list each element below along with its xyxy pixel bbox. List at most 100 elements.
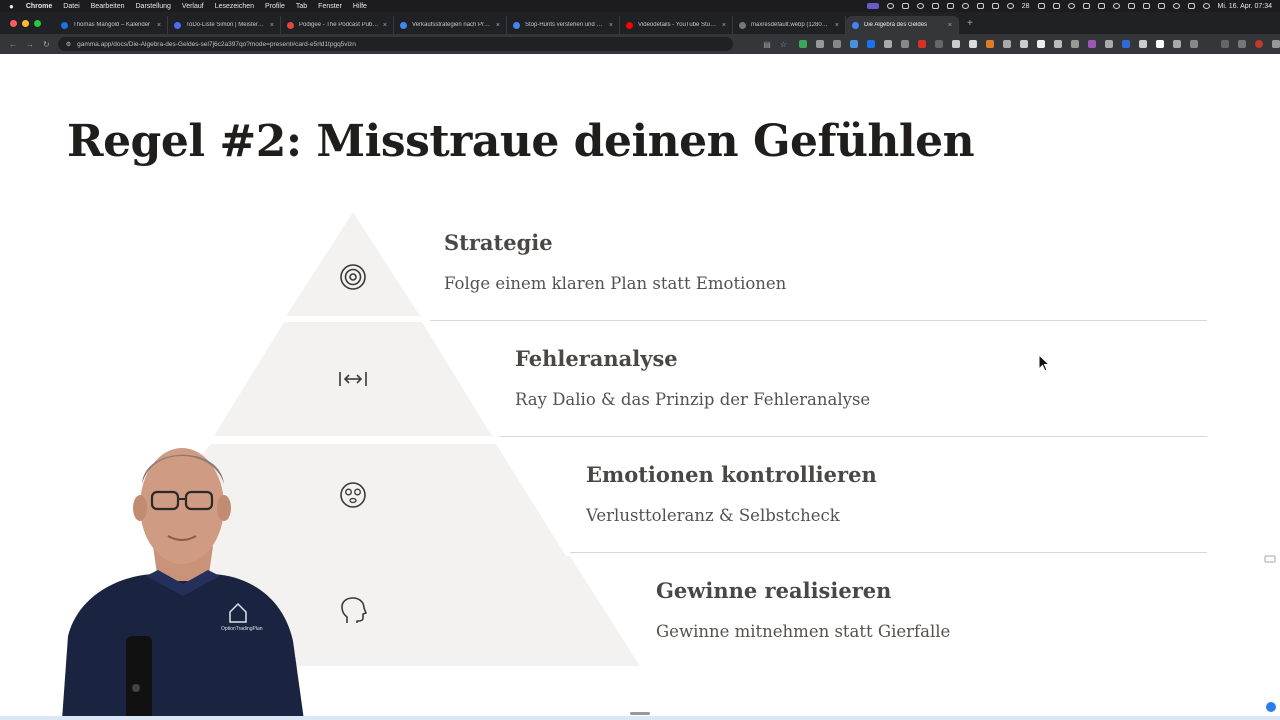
menubar-clock[interactable]: Mi. 16. Apr. 07:34 (1218, 3, 1272, 10)
extension-icon[interactable] (884, 40, 892, 48)
browser-tab[interactable]: ToDo-Liste Simon | MeisterTask × (168, 16, 281, 34)
gamma-help-icon[interactable] (1266, 702, 1276, 712)
menu-datei[interactable]: Datei (63, 3, 79, 10)
tier-divider (500, 436, 1207, 437)
battery-icon[interactable] (1082, 3, 1090, 9)
close-tab-icon[interactable]: × (496, 22, 500, 29)
menu-fenster[interactable]: Fenster (318, 3, 342, 10)
close-tab-icon[interactable]: × (609, 22, 613, 29)
reload-icon[interactable]: ↻ (43, 40, 50, 49)
status-icon[interactable] (1037, 3, 1045, 9)
wifi-icon[interactable] (1157, 3, 1165, 9)
close-tab-icon[interactable]: × (722, 22, 726, 29)
extension-icon[interactable] (1071, 40, 1079, 48)
close-tab-icon[interactable]: × (383, 22, 387, 29)
status-icon[interactable] (1052, 3, 1060, 9)
status-icon[interactable] (946, 3, 954, 9)
profile-avatar[interactable] (1255, 40, 1263, 48)
status-icon[interactable] (1006, 3, 1014, 9)
extension-icon[interactable] (1122, 40, 1130, 48)
browser-tab-bar: Thomas Mangold – Kalender × ToDo-Liste Sim… (0, 12, 1280, 34)
close-tab-icon[interactable]: × (270, 22, 274, 29)
tab-label: Thomas Mangold – Kalender (73, 22, 151, 28)
status-icon[interactable] (1097, 3, 1105, 9)
browser-tab[interactable]: maxresdefault.webp (1280×720) × (733, 16, 846, 34)
status-icon[interactable] (991, 3, 999, 9)
status-icon[interactable] (916, 3, 924, 9)
extension-icon[interactable] (799, 40, 807, 48)
browser-tab[interactable]: Videodetails - YouTube Studio × (620, 16, 733, 34)
control-center-icon[interactable] (1187, 3, 1195, 9)
more-menu-icon[interactable] (1272, 40, 1280, 48)
status-icon[interactable] (1142, 3, 1150, 9)
minimize-window-button[interactable] (22, 19, 29, 27)
close-tab-icon[interactable]: × (835, 22, 839, 29)
status-icon[interactable] (961, 3, 969, 9)
extension-icon[interactable] (816, 40, 824, 48)
extension-icon[interactable] (1105, 40, 1113, 48)
search-icon[interactable] (1172, 3, 1180, 9)
address-bar[interactable]: ⚙ gamma.app/docs/Die-Algebra-des-Geldes-… (57, 37, 734, 51)
zoom-window-button[interactable] (34, 19, 41, 27)
status-icon[interactable] (976, 3, 984, 9)
target-icon (338, 262, 368, 292)
extension-icon[interactable] (969, 40, 977, 48)
extension-icon[interactable] (1020, 40, 1028, 48)
extension-icon[interactable] (1088, 40, 1096, 48)
menu-verlauf[interactable]: Verlauf (182, 3, 204, 10)
menu-darstellung[interactable]: Darstellung (136, 3, 171, 10)
menu-profile[interactable]: Profile (265, 3, 285, 10)
notification-count-badge[interactable]: 28 (1022, 3, 1030, 10)
extension-icon[interactable] (850, 40, 858, 48)
screen-record-icon[interactable] (866, 3, 879, 9)
new-tab-icon[interactable]: + (967, 18, 973, 29)
close-tab-icon[interactable]: × (948, 22, 952, 29)
extension-icon[interactable] (1037, 40, 1045, 48)
browser-toolbar: ← → ↻ ⚙ gamma.app/docs/Die-Algebra-des-G… (0, 34, 1280, 54)
menu-chrome[interactable]: Chrome (26, 3, 52, 10)
extension-icon[interactable] (867, 40, 875, 48)
back-icon[interactable]: ← (9, 40, 17, 49)
extension-icon[interactable] (1139, 40, 1147, 48)
browser-tab[interactable]: Podigee - The Podcast Publishing × (281, 16, 394, 34)
tier-desc-gewinne: Gewinne mitnehmen statt Gierfalle (656, 622, 951, 641)
browser-tab[interactable]: Stop-Hunts verstehen und vermeiden × (507, 16, 620, 34)
browser-tab[interactable]: Die Algebra des Geldes × (846, 16, 959, 34)
extension-icon[interactable] (952, 40, 960, 48)
site-info-icon[interactable]: ⚙ (66, 41, 71, 48)
status-icon[interactable] (1067, 3, 1075, 9)
extension-icon[interactable] (986, 40, 994, 48)
menu-bearbeiten[interactable]: Bearbeiten (91, 3, 125, 10)
presentation-progress-handle[interactable] (630, 712, 650, 715)
extension-icon[interactable] (1054, 40, 1062, 48)
extension-icon[interactable] (935, 40, 943, 48)
menu-tab[interactable]: Tab (296, 3, 307, 10)
extension-icon[interactable] (901, 40, 909, 48)
bookmark-star-icon[interactable]: ☆ (780, 40, 787, 49)
apple-icon[interactable]: ● (9, 2, 14, 11)
status-icon[interactable] (886, 3, 894, 9)
status-icon[interactable] (931, 3, 939, 9)
close-tab-icon[interactable]: × (157, 22, 161, 29)
status-icon[interactable] (1112, 3, 1120, 9)
url-text: gamma.app/docs/Die-Algebra-des-Geldes-se… (77, 40, 356, 48)
side-panel-icon[interactable] (1238, 40, 1246, 48)
extensions-puzzle-icon[interactable] (1190, 40, 1198, 48)
extension-icon[interactable] (918, 40, 926, 48)
install-app-icon[interactable]: ▤ (763, 40, 771, 49)
browser-tab[interactable]: Verkaufsstrategien nach Profit × (394, 16, 507, 34)
close-window-button[interactable] (10, 19, 17, 27)
forward-icon[interactable]: → (26, 40, 34, 49)
side-handle-icon[interactable] (1264, 554, 1276, 564)
extension-icon[interactable] (833, 40, 841, 48)
browser-tab[interactable]: Thomas Mangold – Kalender × (55, 16, 168, 34)
extension-icon[interactable] (1173, 40, 1181, 48)
menu-lesezeichen[interactable]: Lesezeichen (215, 3, 254, 10)
extension-icon[interactable] (1156, 40, 1164, 48)
siri-icon[interactable] (1202, 3, 1210, 9)
menu-hilfe[interactable]: Hilfe (353, 3, 367, 10)
extension-icon[interactable] (1003, 40, 1011, 48)
download-icon[interactable] (1221, 40, 1229, 48)
status-icon[interactable] (1127, 3, 1135, 9)
status-icon[interactable] (901, 3, 909, 9)
